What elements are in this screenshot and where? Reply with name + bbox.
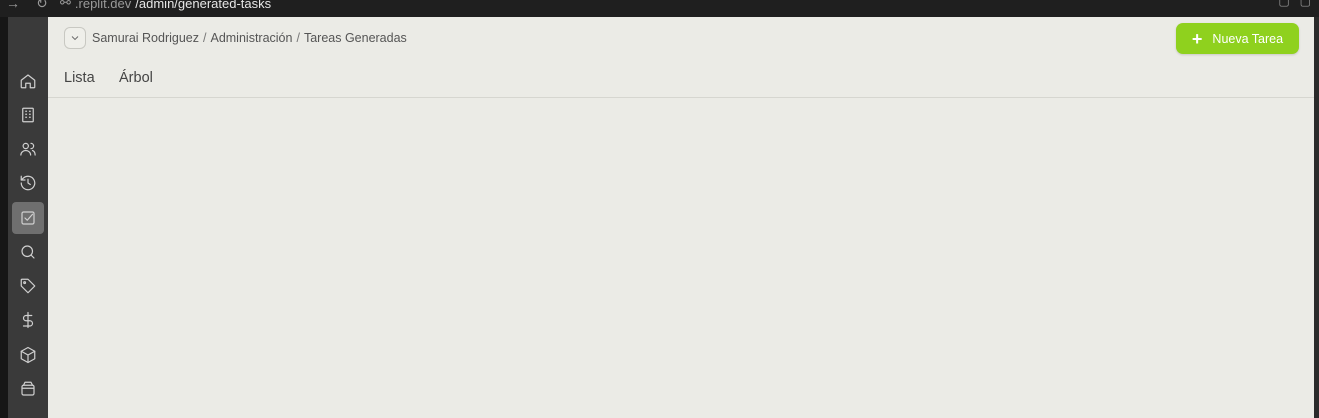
- breadcrumb-separator: /: [203, 31, 207, 45]
- breadcrumb-item-user[interactable]: Samurai Rodriguez: [92, 31, 199, 45]
- breadcrumb-toggle[interactable]: [64, 27, 86, 49]
- browser-right-icons: ▢ ▢: [1278, 0, 1311, 8]
- plus-icon: +: [1191, 28, 1203, 49]
- devices-icon[interactable]: ▢: [1278, 0, 1289, 8]
- main-content: Samurai Rodriguez / Administración / Tar…: [48, 17, 1314, 418]
- browser-nav: → ↻: [6, 0, 48, 12]
- link-icon: ⚯: [60, 0, 71, 10]
- forward-icon[interactable]: →: [6, 0, 20, 12]
- top-bar: Samurai Rodriguez / Administración / Tar…: [48, 17, 1314, 61]
- tasks-icon[interactable]: [12, 202, 44, 234]
- building-icon[interactable]: [12, 99, 44, 131]
- window-edge-right: [1314, 17, 1319, 418]
- breadcrumb-item-current: Tareas Generadas: [303, 31, 407, 45]
- sidebar: [8, 17, 48, 418]
- browser-toolbar: → ↻ ⚯ .replit.dev/admin/generated-tasks …: [0, 0, 1319, 17]
- url-domain: .replit.dev: [74, 0, 132, 11]
- dollar-icon[interactable]: [12, 304, 44, 336]
- open-external-icon[interactable]: ▢: [1300, 0, 1311, 8]
- window-edge: [0, 17, 8, 418]
- url-path: /admin/generated-tasks: [135, 0, 272, 11]
- reload-icon[interactable]: ↻: [36, 0, 48, 12]
- breadcrumb-item-admin[interactable]: Administración: [210, 31, 292, 45]
- address-bar[interactable]: ⚯ .replit.dev/admin/generated-tasks: [60, 0, 271, 11]
- history-icon[interactable]: [12, 167, 44, 199]
- chevron-down-icon: [71, 36, 79, 41]
- box-icon[interactable]: [12, 373, 44, 405]
- tab-lista[interactable]: Lista: [64, 70, 95, 86]
- tag-icon[interactable]: [12, 270, 44, 302]
- package-icon[interactable]: [12, 339, 44, 371]
- breadcrumb: Samurai Rodriguez / Administración / Tar…: [92, 31, 407, 45]
- home-icon[interactable]: [12, 65, 44, 97]
- breadcrumb-separator: /: [296, 31, 300, 45]
- users-icon[interactable]: [12, 133, 44, 165]
- tab-arbol[interactable]: Árbol: [119, 70, 153, 86]
- search-icon[interactable]: [12, 236, 44, 268]
- new-task-button[interactable]: + Nueva Tarea: [1176, 23, 1299, 54]
- new-task-label: Nueva Tarea: [1212, 31, 1284, 46]
- view-tabs: Lista Árbol: [48, 61, 1314, 98]
